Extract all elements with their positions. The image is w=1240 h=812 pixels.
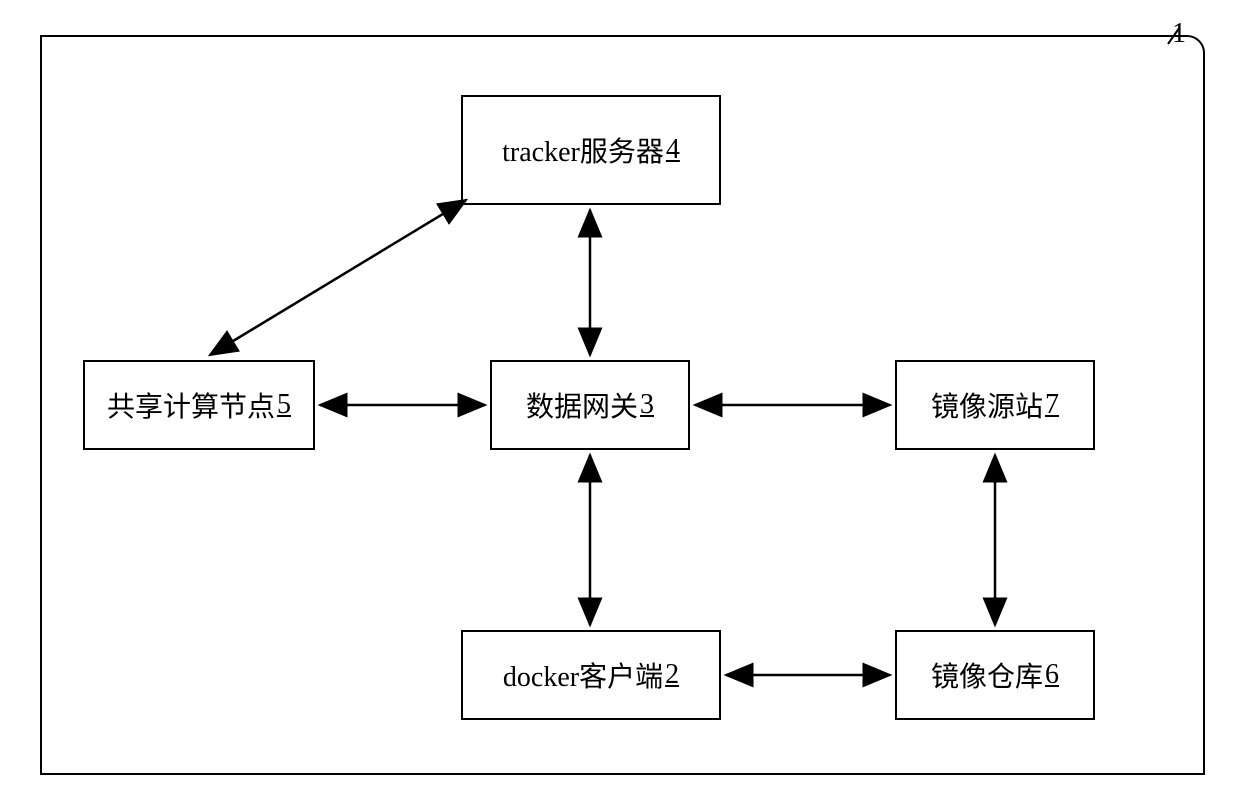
data-gateway-box: 数据网关3: [490, 360, 690, 450]
shared-node-num: 5: [277, 389, 291, 421]
mirror-repo-box: 镜像仓库6: [895, 630, 1095, 720]
gateway-label: 数据网关: [526, 385, 638, 425]
shared-compute-node-box: 共享计算节点5: [83, 360, 315, 450]
mirror-repo-num: 6: [1045, 659, 1059, 691]
mirror-origin-box: 镜像源站7: [895, 360, 1095, 450]
shared-node-label: 共享计算节点: [107, 385, 275, 425]
mirror-origin-num: 7: [1045, 389, 1059, 421]
tracker-label: tracker服务器: [502, 130, 664, 170]
tracker-server-box: tracker服务器4: [461, 95, 721, 205]
mirror-origin-label: 镜像源站: [931, 385, 1043, 425]
tracker-num: 4: [666, 134, 680, 166]
mirror-repo-label: 镜像仓库: [931, 655, 1043, 695]
docker-client-label: docker客户端: [503, 655, 663, 695]
docker-client-num: 2: [665, 659, 679, 691]
docker-client-box: docker客户端2: [461, 630, 721, 720]
system-label: 1: [1172, 18, 1186, 50]
gateway-num: 3: [640, 389, 654, 421]
